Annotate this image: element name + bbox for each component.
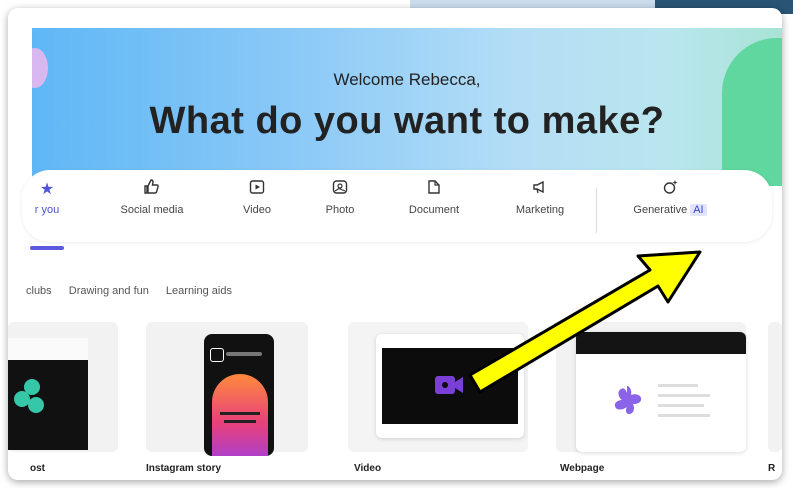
flower-icon (14, 379, 44, 413)
sparkle-icon (620, 178, 720, 202)
template-card-video[interactable] (348, 322, 528, 452)
card-label-post: ost (30, 463, 45, 474)
chip-learning-aids[interactable]: Learning aids (166, 285, 232, 297)
instagram-icon (210, 348, 224, 362)
page-headline: What do you want to make? (149, 100, 665, 142)
category-divider (596, 188, 597, 233)
card-label-webpage: Webpage (560, 463, 605, 474)
document-icon (394, 178, 474, 202)
welcome-text: Welcome Rebecca, (333, 70, 481, 89)
webpage-text-line-1 (658, 384, 698, 387)
star-icon: ★ (39, 181, 55, 198)
ai-badge: AI (690, 204, 707, 216)
tab-label: Generative (633, 204, 688, 216)
photo-icon (310, 178, 370, 202)
story-line-1 (220, 412, 260, 415)
tab-label: Social media (120, 204, 184, 216)
story-username-bar (226, 352, 262, 356)
chip-clubs[interactable]: clubs (26, 285, 52, 297)
tab-marketing[interactable]: Marketing (500, 170, 580, 242)
webpage-header (576, 332, 746, 354)
thumbs-up-icon (112, 178, 192, 202)
tab-label: Document (408, 204, 460, 216)
video-thumbnail (382, 348, 518, 424)
card-label-partial: R (768, 463, 776, 474)
video-camera-icon (435, 376, 463, 394)
webpage-text-line-3 (658, 404, 704, 407)
tab-label: Photo (325, 204, 355, 216)
story-art (212, 374, 268, 456)
tab-photo[interactable]: Photo (310, 170, 370, 242)
template-card-webpage[interactable] (556, 322, 746, 452)
card-thumbnail-header (8, 338, 88, 360)
chip-row: clubs Drawing and fun Learning aids (26, 285, 246, 297)
app-frame: Welcome Rebecca, What do you want to mak… (8, 8, 782, 480)
tab-label: Marketing (515, 204, 565, 216)
tab-video[interactable]: Video (227, 170, 287, 242)
video-icon (227, 178, 287, 202)
category-bar: ★ r you Social media Video Photo Documen… (22, 170, 772, 242)
tab-label: Video (243, 204, 271, 216)
phone-thumbnail (204, 334, 274, 456)
tab-social-media[interactable]: Social media (112, 170, 192, 242)
active-tab-indicator (30, 246, 64, 250)
template-card-instagram-story[interactable] (146, 322, 308, 456)
star-flower-icon (614, 386, 642, 414)
card-label-instagram-story: Instagram story (146, 463, 222, 474)
tab-generative-ai[interactable]: Generative AI (620, 170, 720, 242)
template-card-post[interactable] (8, 322, 118, 452)
hero-banner: Welcome Rebecca, What do you want to mak… (32, 28, 782, 186)
card-label-video: Video (354, 463, 382, 474)
webpage-frame (576, 332, 746, 452)
tab-label: r you (34, 204, 60, 216)
webpage-text-line-4 (658, 414, 710, 417)
tab-for-you[interactable]: ★ r you (22, 170, 72, 242)
story-line-2 (224, 420, 256, 423)
tab-label-wrap: Generative AI (620, 204, 720, 216)
template-card-partial[interactable] (768, 322, 782, 452)
megaphone-icon (500, 178, 580, 202)
tab-document[interactable]: Document (394, 170, 474, 242)
video-frame (376, 334, 524, 438)
chip-drawing-and-fun[interactable]: Drawing and fun (69, 285, 149, 297)
webpage-text-line-2 (658, 394, 710, 397)
